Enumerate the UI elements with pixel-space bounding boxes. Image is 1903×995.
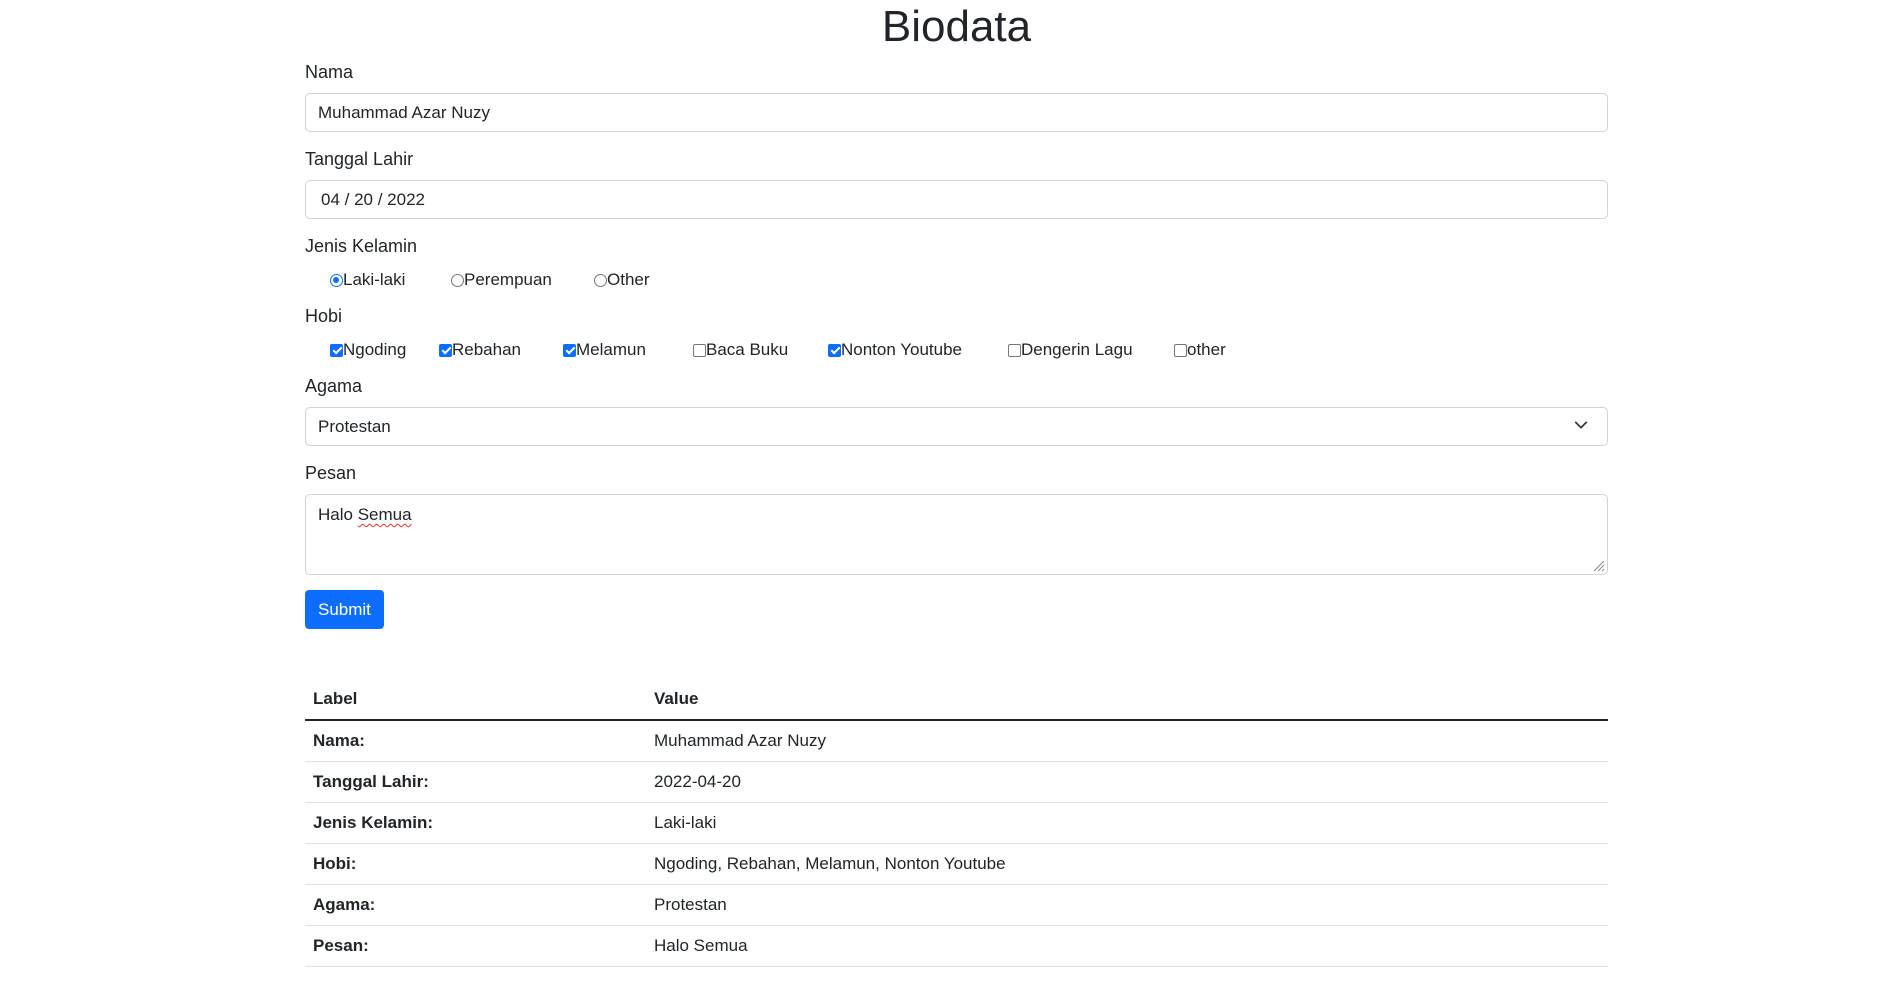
row-value-pesan: Halo Semua (646, 925, 1608, 967)
tanggal-lahir-input[interactable] (305, 180, 1608, 219)
checkbox-label-baca-buku: Baca Buku (706, 340, 789, 359)
pesan-text-first-word: Halo (318, 505, 353, 524)
resize-grip-icon[interactable] (1591, 558, 1605, 572)
checkbox-melamun[interactable] (563, 343, 576, 357)
nama-label: Nama (305, 62, 354, 82)
row-label-jenis-kelamin: Jenis Kelamin: (305, 802, 646, 844)
pesan-text-misspelled-word: Semua (357, 505, 412, 524)
submit-button[interactable]: Submit (305, 590, 384, 629)
tanggal-lahir-field-group: Tanggal Lahir (305, 147, 1608, 219)
row-label-pesan: Pesan: (305, 925, 646, 967)
checkbox-label-dengerin-lagu: Dengerin Lagu (1021, 340, 1133, 359)
checkbox-rebahan[interactable] (439, 343, 452, 357)
hobi-options: Ngoding Rebahan Melamun Baca Buku Nonton… (305, 338, 1608, 362)
checkbox-ngoding[interactable] (330, 343, 343, 357)
radio-option-perempuan[interactable]: Perempuan (451, 270, 594, 290)
radio-laki-laki[interactable] (330, 273, 343, 287)
tanggal-lahir-label: Tanggal Lahir (305, 149, 414, 169)
hobi-field-group: Hobi Ngoding Rebahan Melamun Baca Buku N… (305, 304, 1608, 362)
checkbox-label-rebahan: Rebahan (452, 340, 522, 359)
agama-select[interactable]: Protestan (305, 407, 1608, 446)
row-label-hobi: Hobi: (305, 843, 646, 885)
checkbox-option-other[interactable]: other (1174, 340, 1226, 360)
pesan-label: Pesan (305, 463, 357, 483)
table-header-label: Label (305, 679, 646, 721)
result-table: Label Value Nama: Muhammad Azar Nuzy Tan… (305, 679, 1608, 967)
radio-perempuan[interactable] (451, 273, 464, 287)
table-row: Pesan: Halo Semua (305, 925, 1608, 967)
table-header-value: Value (646, 679, 1608, 721)
radio-option-other[interactable]: Other (594, 270, 650, 290)
agama-field-group: Agama Protestan (305, 374, 1608, 446)
checkbox-dengerin-lagu[interactable] (1008, 343, 1021, 357)
radio-label-perempuan: Perempuan (464, 270, 552, 289)
radio-other[interactable] (594, 273, 607, 287)
checkbox-nonton-youtube[interactable] (828, 343, 841, 357)
row-label-nama: Nama: (305, 720, 646, 762)
chevron-down-icon (1574, 421, 1588, 429)
pesan-field-group: Pesan Halo Semua (305, 461, 1608, 575)
hobi-label: Hobi (305, 306, 343, 326)
table-header-row: Label Value (305, 679, 1608, 721)
checkbox-option-melamun[interactable]: Melamun (563, 340, 693, 360)
checkbox-option-nonton-youtube[interactable]: Nonton Youtube (828, 340, 1008, 360)
checkbox-option-dengerin-lagu[interactable]: Dengerin Lagu (1008, 340, 1174, 360)
row-value-tanggal-lahir: 2022-04-20 (646, 761, 1608, 803)
row-value-nama: Muhammad Azar Nuzy (646, 720, 1608, 762)
table-row: Agama: Protestan (305, 884, 1608, 926)
row-label-tanggal-lahir: Tanggal Lahir: (305, 761, 646, 803)
nama-input[interactable] (305, 93, 1608, 132)
checkbox-option-baca-buku[interactable]: Baca Buku (693, 340, 828, 360)
checkbox-option-rebahan[interactable]: Rebahan (439, 340, 563, 360)
radio-option-laki-laki[interactable]: Laki-laki (330, 270, 451, 290)
row-value-hobi: Ngoding, Rebahan, Melamun, Nonton Youtub… (646, 843, 1608, 885)
checkbox-label-other: other (1187, 340, 1226, 359)
table-row: Nama: Muhammad Azar Nuzy (305, 720, 1608, 762)
jenis-kelamin-label: Jenis Kelamin (305, 236, 418, 256)
table-row: Hobi: Ngoding, Rebahan, Melamun, Nonton … (305, 843, 1608, 885)
radio-label-other: Other (607, 270, 650, 289)
table-row: Jenis Kelamin: Laki-laki (305, 802, 1608, 844)
table-row: Tanggal Lahir: 2022-04-20 (305, 761, 1608, 803)
page-title: Biodata (881, 2, 1032, 51)
checkbox-other[interactable] (1174, 343, 1187, 357)
checkbox-baca-buku[interactable] (693, 343, 706, 357)
checkbox-label-ngoding: Ngoding (343, 340, 407, 359)
biodata-container: Biodata Nama Tanggal Lahir Jenis Kelamin… (305, 0, 1608, 967)
jenis-kelamin-field-group: Jenis Kelamin Laki-laki Perempuan Other (305, 234, 1608, 292)
nama-field-group: Nama (305, 60, 1608, 132)
checkbox-label-nonton-youtube: Nonton Youtube (841, 340, 963, 359)
row-value-jenis-kelamin: Laki-laki (646, 802, 1608, 844)
pesan-textarea[interactable]: Halo Semua (305, 494, 1608, 575)
radio-label-laki-laki: Laki-laki (343, 270, 406, 289)
row-label-agama: Agama: (305, 884, 646, 926)
row-value-agama: Protestan (646, 884, 1608, 926)
agama-select-value[interactable]: Protestan (305, 407, 1608, 446)
jenis-kelamin-options: Laki-laki Perempuan Other (305, 268, 1608, 292)
checkbox-option-ngoding[interactable]: Ngoding (330, 340, 439, 360)
checkbox-label-melamun: Melamun (576, 340, 646, 359)
agama-label: Agama (305, 376, 363, 396)
